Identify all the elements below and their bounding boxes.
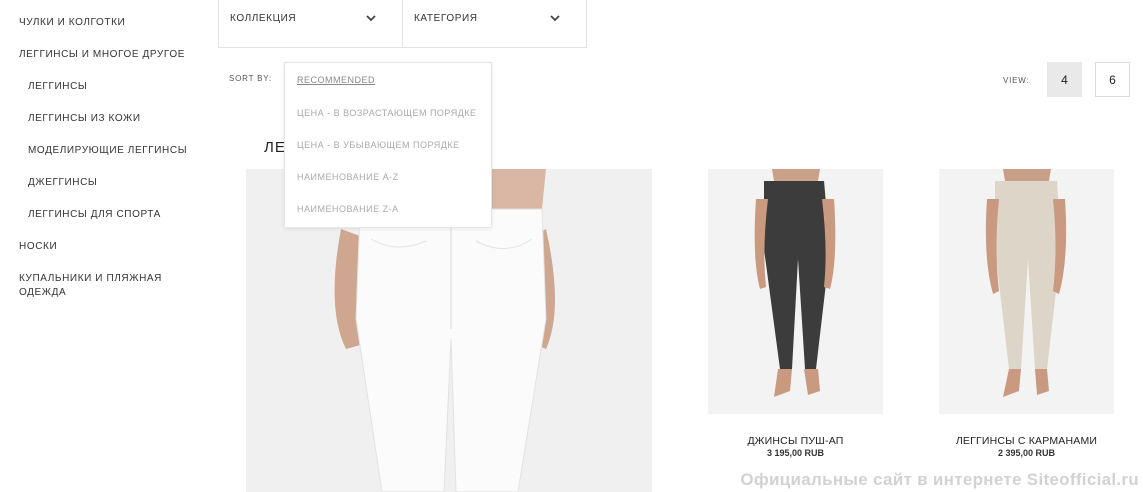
product-price-push-up-jeans: 3 195,00 RUB (766, 448, 825, 458)
chevron-down-icon (366, 15, 376, 22)
sidebar-item-leggings-and-more[interactable]: ЛЕГГИНСЫ И МНОГОЕ ДРУГОЕ (19, 48, 185, 62)
sidebar-item-leggings[interactable]: ЛЕГГИНСЫ (28, 80, 87, 94)
sort-option-price-desc[interactable]: ЦЕНА - В УБЫВАЮЩЕМ ПОРЯДКЕ (297, 140, 460, 150)
sidebar-item-label: ЛЕГГИНСЫ ДЛЯ СПОРТА (28, 209, 161, 220)
sidebar-item-swimwear[interactable]: КУПАЛЬНИКИ И ПЛЯЖНАЯ ОДЕЖДА (19, 272, 189, 300)
category-filter-dropdown[interactable]: КАТЕГОРИЯ (402, 0, 587, 48)
product-name-push-up-jeans[interactable]: ДЖИНСЫ ПУШ-АП (708, 435, 883, 447)
product-image-push-up-jeans[interactable] (708, 169, 883, 414)
sidebar-item-label: ЧУЛКИ И КОЛГОТКИ (19, 17, 126, 28)
page-title: ЛЕ (264, 139, 286, 156)
sort-option-name-az[interactable]: НАИМЕНОВАНИЕ A-Z (297, 172, 399, 182)
sidebar-item-label: ЛЕГГИНСЫ ИЗ КОЖИ (28, 113, 141, 124)
sort-dropdown-menu: RECOMMENDED ЦЕНА - В ВОЗРАСТАЮЩЕМ ПОРЯДК… (284, 62, 492, 228)
watermark-text: Официальные сайт в интернете Siteofficia… (740, 470, 1139, 489)
collection-filter-dropdown[interactable]: КОЛЛЕКЦИЯ (218, 0, 403, 48)
sidebar-item-label: ЛЕГГИНСЫ И МНОГОЕ ДРУГОЕ (19, 49, 185, 60)
view-label: VIEW: (1003, 76, 1030, 85)
sort-by-label: SORT BY: (229, 74, 273, 83)
chevron-down-icon (550, 15, 560, 22)
sidebar-item-label: ДЖЕГГИНСЫ (28, 177, 98, 188)
view-4-button[interactable]: 4 (1047, 62, 1082, 97)
product-image-leggings-with-pockets[interactable] (939, 169, 1114, 414)
product-price-leggings-with-pockets: 2 395,00 RUB (997, 448, 1056, 458)
sidebar-item-sport-leggings[interactable]: ЛЕГГИНСЫ ДЛЯ СПОРТА (28, 208, 161, 222)
sidebar-item-leather-leggings[interactable]: ЛЕГГИНСЫ ИЗ КОЖИ (28, 112, 141, 126)
sidebar-item-label: МОДЕЛИРУЮЩИЕ ЛЕГГИНСЫ (28, 145, 188, 156)
sidebar-item-stockings[interactable]: ЧУЛКИ И КОЛГОТКИ (19, 16, 125, 30)
sidebar-item-jeggings[interactable]: ДЖЕГГИНСЫ (28, 176, 97, 190)
category-filter-label: КАТЕГОРИЯ (414, 13, 478, 24)
collection-filter-label: КОЛЛЕКЦИЯ (230, 13, 297, 24)
product-name-leggings-with-pockets[interactable]: ЛЕГГИНСЫ С КАРМАНАМИ (939, 435, 1114, 447)
view-6-button[interactable]: 6 (1095, 62, 1130, 97)
sidebar-item-label: ЛЕГГИНСЫ (28, 81, 88, 92)
sort-option-price-asc[interactable]: ЦЕНА - В ВОЗРАСТАЮЩЕМ ПОРЯДКЕ (297, 108, 477, 118)
sort-option-recommended[interactable]: RECOMMENDED (297, 75, 375, 85)
sort-option-name-za[interactable]: НАИМЕНОВАНИЕ Z-A (297, 204, 399, 214)
sidebar-item-label: КУПАЛЬНИКИ И ПЛЯЖНАЯ ОДЕЖДА (19, 273, 162, 298)
sidebar-item-shaping-leggings[interactable]: МОДЕЛИРУЮЩИЕ ЛЕГГИНСЫ (28, 144, 187, 158)
sidebar-item-socks[interactable]: НОСКИ (19, 240, 57, 254)
sidebar-item-label: НОСКИ (19, 241, 58, 252)
dark-jeans-model-image (708, 169, 883, 414)
beige-leggings-model-image (939, 169, 1114, 414)
